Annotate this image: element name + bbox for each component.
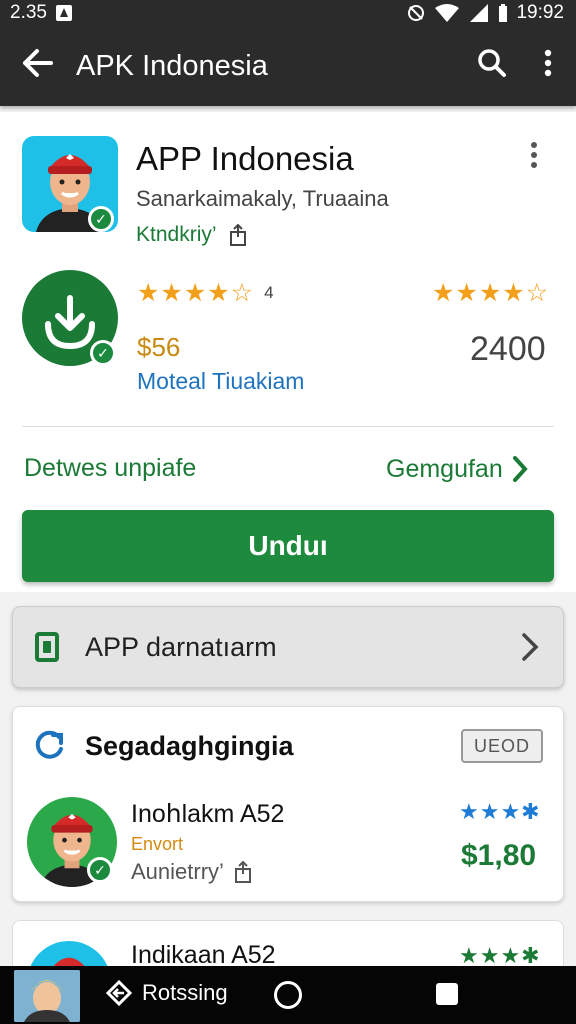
status-left: 2.35 [10,2,73,24]
app-name: APP Indonesia [136,140,354,177]
category-row: Ktndkriy’ [136,223,247,247]
app-detail-card: ✓ APP Indonesia Sanarkaimakaly, Truaaina… [0,112,576,592]
related-item-stars-icon: ★★★✱ [459,799,541,824]
related-item-price: $1,80 [461,839,537,872]
app-bar-title: APK Indonesia [76,49,268,82]
related-item-name[interactable]: Inoհlakm A52 [131,799,284,829]
related-item-developer-row: Aunietrry’ [131,859,252,885]
share-icon[interactable] [234,861,252,883]
verified-badge-icon: ✓ [88,206,114,232]
app-count: 2400 [470,330,546,368]
rating-stars-left: ★★★★☆ 4 [137,278,274,308]
star-rating-icon: ★★★★☆ [137,279,255,307]
related-item-tag: Envort [131,834,184,854]
related-item-developer: Aunietrry’ [131,859,224,884]
more-link-label: Gemgufan [386,454,503,483]
details-link[interactable]: Detwes unpiafe [24,454,196,483]
download-verified-badge-icon: ✓ [90,340,116,366]
related-verified-badge-icon: ✓ [87,857,113,883]
app-icon[interactable]: ✓ [22,136,118,232]
chevron-right-icon [522,633,539,661]
wifi-icon [435,4,460,22]
nav-back-label: Rotssing [142,980,228,1005]
related-section-title: Segadaghgingia [85,731,294,761]
more-link[interactable]: Gemgufan [386,454,529,484]
do-not-disturb-icon [408,5,425,21]
recents-icon[interactable] [436,983,458,1005]
status-time-left: 2.35 [10,2,47,23]
related-apps-card: Segadaghgingia UEOD ✓ Inoհlakm A52 Envor… [12,706,564,902]
rating-value: 4 [264,283,274,302]
status-time-right: 19:92 [516,2,564,23]
notification-icon [55,5,72,21]
status-right: 19:92 [406,2,564,24]
signal-icon [470,4,489,22]
app-bar: APK Indonesia [0,26,576,106]
nav-back-button[interactable]: Rotssing [106,980,228,1006]
battery-icon [499,4,508,22]
more-vert-icon[interactable] [520,48,576,85]
permissions-label: APP darnatıarm [85,631,277,662]
back-arrow-icon[interactable] [0,48,76,84]
recent-app-thumbnail[interactable] [14,970,80,1022]
app-more-vert-icon[interactable] [520,140,548,178]
app-subtitle[interactable]: Moteal Tiuakiam [137,368,304,395]
star-rating-right-icon: ★★★★☆ [432,279,550,307]
phone-icon [35,632,59,662]
category-label[interactable]: Ktndkriy’ [136,223,217,247]
system-nav-bar: Rotssing [0,966,576,1024]
install-button[interactable]: Unduı [22,510,554,582]
download-icon[interactable]: ✓ [22,270,118,366]
divider [22,426,554,427]
developer-name[interactable]: Sanarkaimakaly, Truaaina [136,186,389,212]
related-badge[interactable]: UEOD [461,729,543,763]
nav-back-icon [106,980,132,1006]
app-price: $56 [137,332,181,362]
search-icon[interactable] [464,48,520,85]
share-icon[interactable] [229,224,247,246]
refresh-icon[interactable] [31,727,67,763]
status-bar: 2.35 19:92 [0,0,576,26]
permissions-row[interactable]: APP darnatıarm [12,606,564,688]
chevron-right-icon [512,456,528,482]
home-icon[interactable] [274,981,302,1009]
